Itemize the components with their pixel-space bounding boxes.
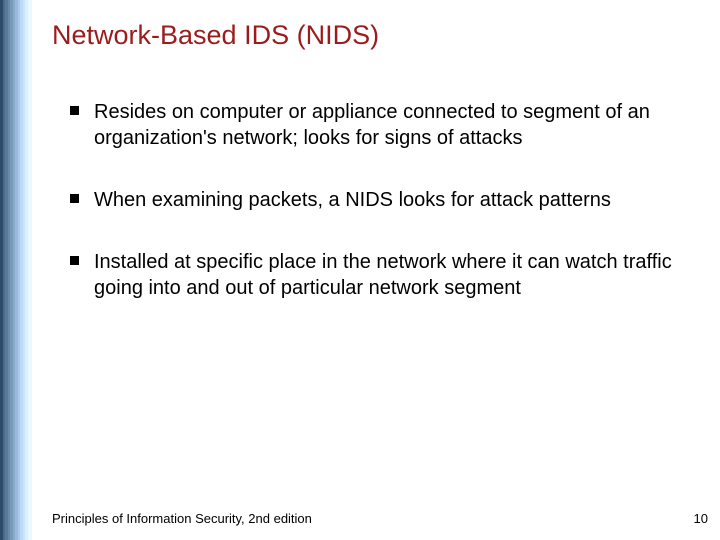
- bullet-list: Resides on computer or appliance connect…: [52, 99, 700, 301]
- bullet-text: Resides on computer or appliance connect…: [94, 101, 650, 149]
- page-number: 10: [694, 511, 708, 526]
- square-bullet-icon: [70, 106, 79, 115]
- slide-title: Network-Based IDS (NIDS): [52, 20, 700, 51]
- square-bullet-icon: [70, 256, 79, 265]
- bullet-text: Installed at specific place in the netwo…: [94, 251, 672, 299]
- decorative-left-border: [0, 0, 32, 540]
- slide-footer: Principles of Information Security, 2nd …: [52, 511, 708, 526]
- list-item: Resides on computer or appliance connect…: [70, 99, 700, 151]
- list-item: Installed at specific place in the netwo…: [70, 249, 700, 301]
- square-bullet-icon: [70, 194, 79, 203]
- bullet-text: When examining packets, a NIDS looks for…: [94, 189, 611, 211]
- footer-text: Principles of Information Security, 2nd …: [52, 511, 312, 526]
- list-item: When examining packets, a NIDS looks for…: [70, 187, 700, 213]
- slide-content: Network-Based IDS (NIDS) Resides on comp…: [52, 20, 700, 337]
